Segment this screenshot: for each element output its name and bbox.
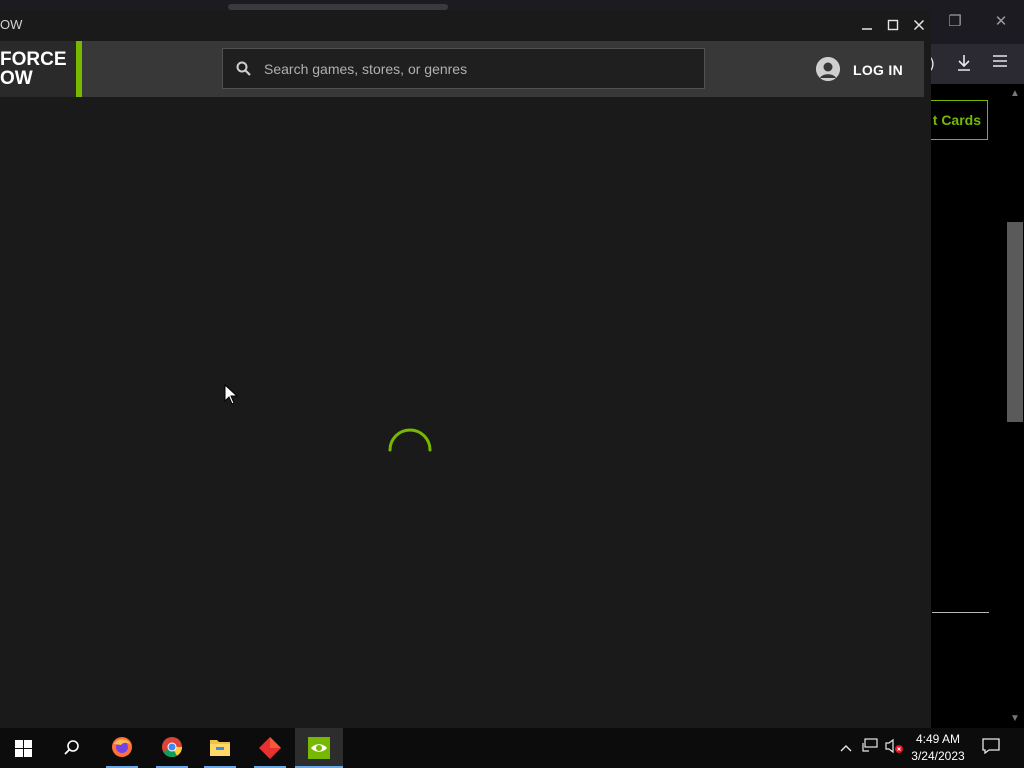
notifications-icon[interactable] xyxy=(981,738,1001,758)
taskbar-search-icon xyxy=(64,740,79,755)
firefox-taskbar-button[interactable] xyxy=(98,728,146,768)
chrome-icon xyxy=(162,737,183,758)
logo-line-2: OW xyxy=(0,68,33,89)
start-button[interactable] xyxy=(0,728,48,768)
volume-muted-icon[interactable] xyxy=(884,738,904,758)
close-icon[interactable] xyxy=(909,16,929,36)
scroll-up-icon[interactable]: ▲ xyxy=(1008,88,1022,100)
logo-line-1: FORCE xyxy=(0,49,67,70)
folder-icon xyxy=(210,740,230,756)
mouse-cursor-icon xyxy=(224,384,238,405)
divider xyxy=(932,612,989,613)
red-app-taskbar-button[interactable] xyxy=(246,728,294,768)
scroll-down-icon[interactable]: ▼ xyxy=(1008,713,1022,725)
taskbar: 4:49 AM 3/24/2023 xyxy=(0,728,1024,768)
browser-close-icon[interactable]: ✕ xyxy=(990,12,1012,32)
browser-restore-icon[interactable]: ❐ xyxy=(944,12,966,32)
red-diamond-icon xyxy=(259,737,281,759)
app-header: FORCE OW Search games, stores, or genres… xyxy=(0,41,924,97)
maximize-icon[interactable] xyxy=(883,16,903,36)
hamburger-menu-icon[interactable] xyxy=(990,54,1010,74)
geforce-now-logo[interactable]: FORCE OW xyxy=(0,41,82,97)
scrollbar-thumb[interactable] xyxy=(1007,222,1023,422)
firefox-icon xyxy=(112,737,132,757)
login-button[interactable]: LOG IN xyxy=(816,53,916,85)
search-placeholder: Search games, stores, or genres xyxy=(264,61,468,77)
file-explorer-taskbar-button[interactable] xyxy=(196,728,244,768)
geforce-now-window: OW FORCE OW Search games, stores, or gen… xyxy=(0,10,931,728)
geforce-now-taskbar-button[interactable] xyxy=(295,728,343,768)
loading-spinner-icon xyxy=(388,428,432,452)
system-clock[interactable]: 4:49 AM 3/24/2023 xyxy=(905,731,971,765)
nvidia-icon xyxy=(308,737,330,759)
network-icon[interactable] xyxy=(860,738,880,758)
chrome-taskbar-button[interactable] xyxy=(148,728,196,768)
download-icon[interactable] xyxy=(954,54,974,74)
chevron-up-icon[interactable] xyxy=(836,738,856,758)
minimize-icon[interactable] xyxy=(857,16,877,36)
login-label: LOG IN xyxy=(853,62,904,78)
user-avatar-icon xyxy=(816,57,840,81)
app-content xyxy=(0,97,931,728)
search-input[interactable]: Search games, stores, or genres xyxy=(222,48,705,89)
clock-time: 4:49 AM xyxy=(915,732,961,746)
clock-date: 3/24/2023 xyxy=(911,749,965,763)
search-icon xyxy=(235,60,253,78)
window-title: OW xyxy=(0,17,23,32)
taskbar-search-button[interactable] xyxy=(48,728,96,768)
app-titlebar: OW xyxy=(0,10,931,41)
logo-accent-bar xyxy=(76,41,82,97)
logo-text: FORCE OW xyxy=(0,50,67,88)
windows-icon xyxy=(15,740,32,757)
